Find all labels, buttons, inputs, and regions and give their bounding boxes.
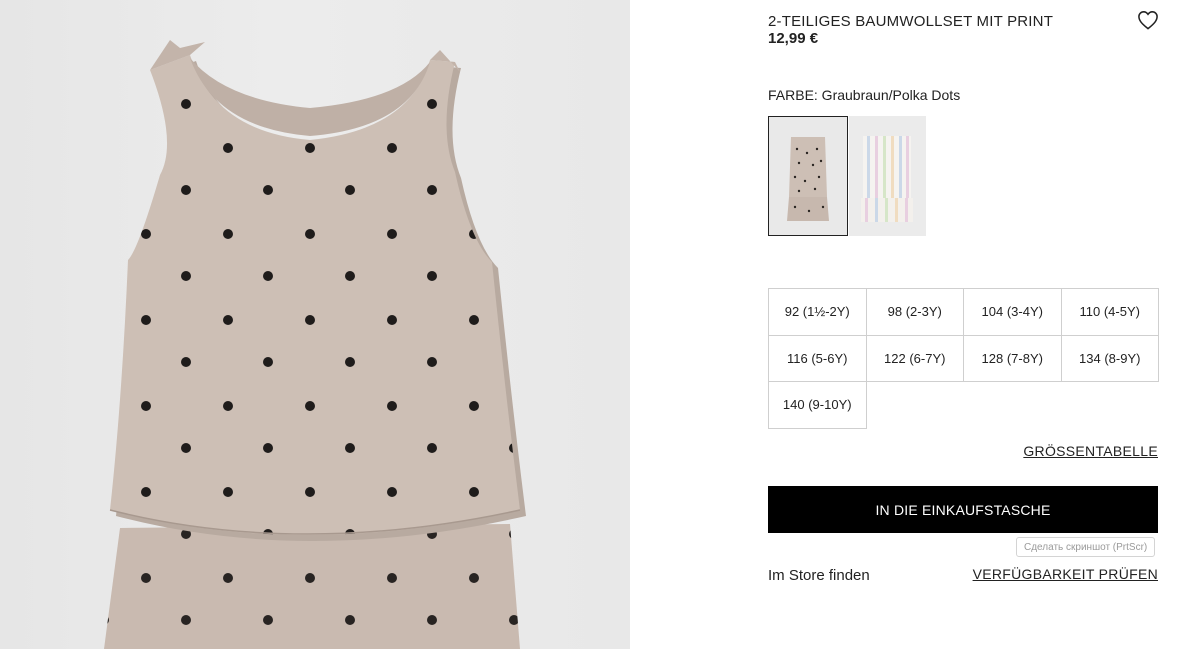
- color-swatch-stripes[interactable]: [849, 116, 926, 236]
- color-label: FARBE: Graubraun/Polka Dots: [768, 87, 961, 103]
- size-option[interactable]: 122 (6-7Y): [865, 334, 964, 382]
- size-chart-link[interactable]: GRÖSSENTABELLE: [1023, 443, 1158, 459]
- size-option[interactable]: 98 (2-3Y): [865, 288, 964, 336]
- size-option[interactable]: 104 (3-4Y): [963, 288, 1062, 336]
- size-option[interactable]: 134 (8-9Y): [1060, 334, 1159, 382]
- size-selector: 92 (1½-2Y) 98 (2-3Y) 104 (3-4Y) 110 (4-5…: [768, 288, 1159, 429]
- heart-outline-icon[interactable]: [1137, 10, 1159, 30]
- add-to-bag-button[interactable]: IN DIE EINKAUFSTASCHE: [768, 486, 1158, 533]
- color-swatch-polka-dots[interactable]: [768, 116, 848, 236]
- size-option[interactable]: 140 (9-10Y): [768, 381, 867, 429]
- size-option[interactable]: 92 (1½-2Y): [768, 288, 867, 336]
- product-price: 12,99 €: [768, 30, 819, 47]
- check-availability-link[interactable]: VERFÜGBARKEIT PRÜFEN: [973, 566, 1158, 582]
- size-option[interactable]: 110 (4-5Y): [1060, 288, 1159, 336]
- size-option[interactable]: 116 (5-6Y): [768, 334, 867, 382]
- size-option[interactable]: 128 (7-8Y): [963, 334, 1062, 382]
- product-illustration: [104, 40, 526, 649]
- find-in-store-label: Im Store finden: [768, 567, 870, 584]
- product-image[interactable]: [0, 0, 630, 649]
- screenshot-tooltip: Сделать скриншот (PrtScr): [1016, 537, 1156, 557]
- product-title: 2-TEILIGES BAUMWOLLSET MIT PRINT: [768, 13, 1054, 30]
- product-details-panel: 2-TEILIGES BAUMWOLLSET MIT PRINT 12,99 €…: [768, 0, 1159, 649]
